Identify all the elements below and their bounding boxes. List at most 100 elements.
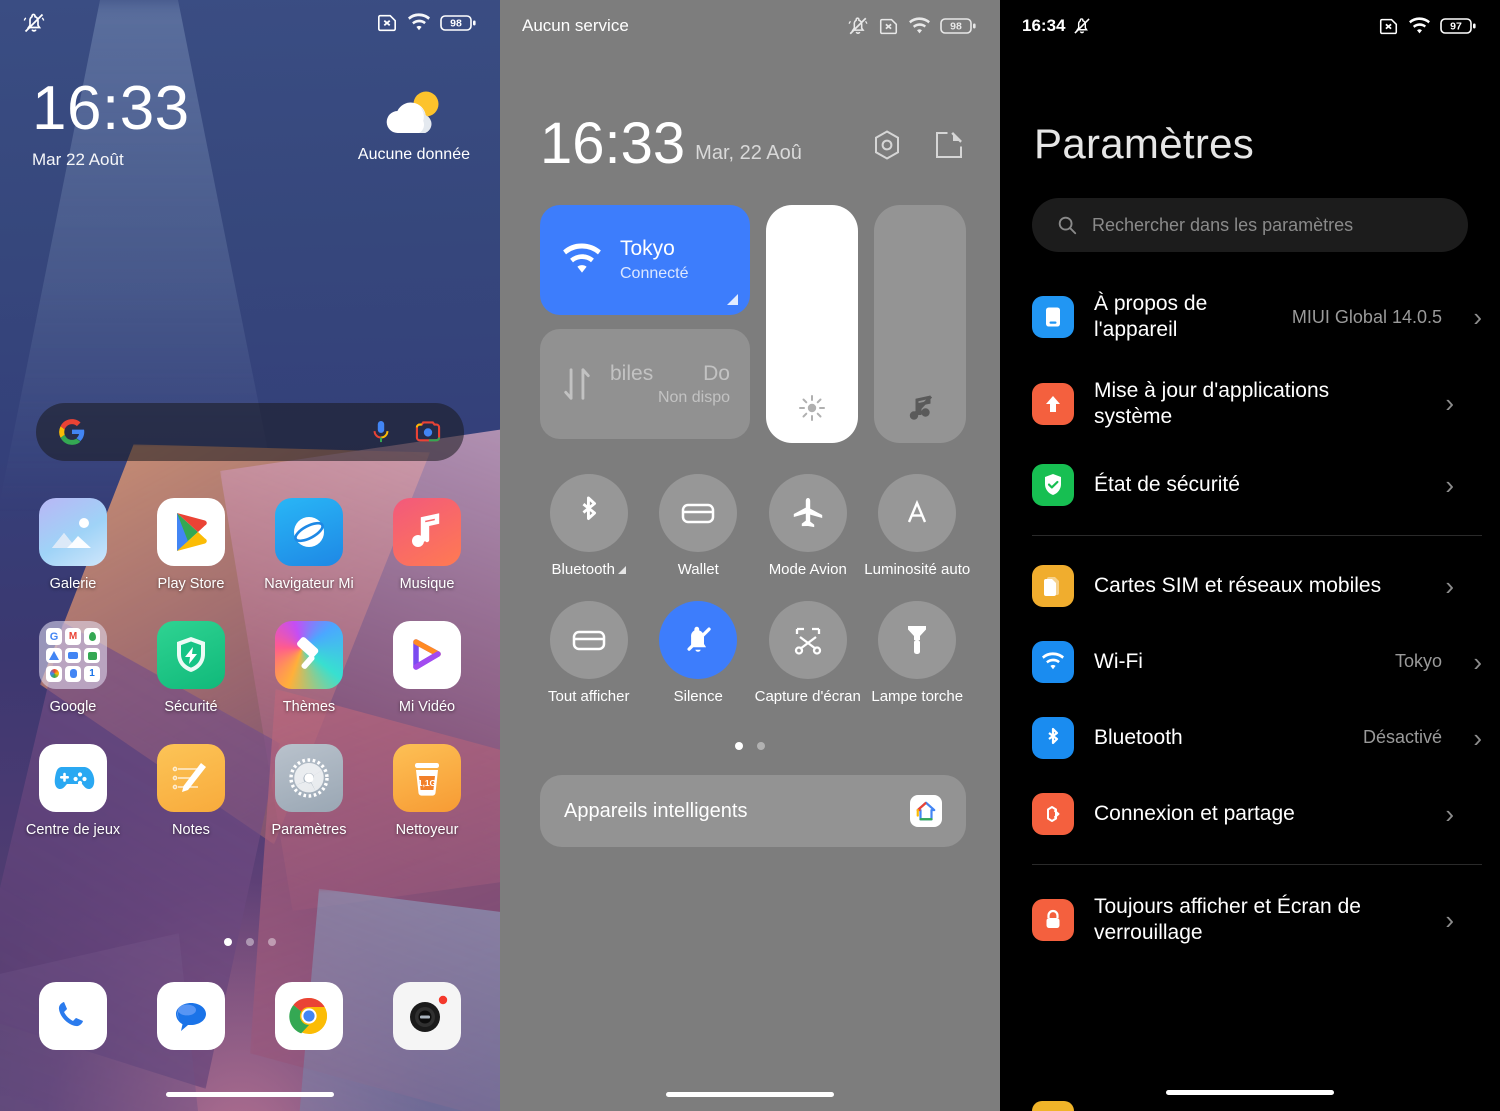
status-clock: 16:34 <box>1022 16 1066 35</box>
chevron-right-icon: › <box>1445 570 1454 601</box>
game-center-icon <box>39 744 107 813</box>
settings-row-security-status[interactable]: État de sécurité › <box>1032 447 1482 523</box>
settings-row-wifi[interactable]: Wi-Fi Tokyo › <box>1032 624 1482 700</box>
weather-widget[interactable]: Aucune donnée <box>358 88 470 164</box>
google-lens-icon[interactable] <box>414 420 442 444</box>
settings-row-about-device[interactable]: À propos de l'appareil MIUI Global 14.0.… <box>1032 274 1482 361</box>
cc-gesture-bar[interactable] <box>666 1092 834 1097</box>
expand-corner-icon[interactable] <box>617 566 626 574</box>
app-galerie[interactable]: Galerie <box>14 498 132 593</box>
settings-row-system-update[interactable]: Mise à jour d'applications système › <box>1032 361 1482 448</box>
volume-slider[interactable] <box>874 205 966 443</box>
toggle-flashlight[interactable]: Lampe torche <box>863 601 973 706</box>
toggle-bluetooth[interactable]: Bluetooth <box>534 474 644 579</box>
smart-devices-bar[interactable]: Appareils intelligents <box>540 775 966 847</box>
app-parametres[interactable]: Paramètres <box>250 744 368 839</box>
app-label: Paramètres <box>271 822 347 839</box>
settings-row-lock-screen[interactable]: Toujours afficher et Écran de verrouilla… <box>1032 877 1482 964</box>
page-title: Paramètres <box>1034 120 1255 167</box>
screenshot-scissors-icon <box>768 601 847 679</box>
cc-page-dot[interactable] <box>735 742 743 750</box>
brightness-slider[interactable] <box>766 205 858 443</box>
flashlight-icon <box>878 601 957 679</box>
toggle-auto-brightness[interactable]: Luminosité auto <box>863 474 973 579</box>
control-center-panel: Aucun service 98 16:33 Mar, 22 Aoû Tokyo… <box>500 0 1000 1111</box>
google-home-icon[interactable] <box>910 795 942 827</box>
app-folder-google[interactable]: G M 1 Google <box>14 621 132 716</box>
cc-page-dot[interactable] <box>757 742 765 750</box>
app-nettoyeur[interactable]: 1,1G Nettoyeur <box>368 744 486 839</box>
app-centre-de-jeux[interactable]: Centre de jeux <box>14 744 132 839</box>
settings-row-connection-sharing[interactable]: Connexion et partage › <box>1032 776 1482 852</box>
settings-gesture-bar[interactable] <box>1166 1090 1334 1095</box>
settings-row-bluetooth[interactable]: Bluetooth Désactivé › <box>1032 700 1482 776</box>
cc-page-indicator <box>500 742 1000 750</box>
dock-item-chrome[interactable] <box>250 982 368 1050</box>
bluetooth-icon <box>1032 717 1074 759</box>
settings-panel: 16:34 97 Paramètres Rechercher dans les … <box>1000 0 1500 1111</box>
clock-time: 16:33 <box>32 74 190 143</box>
wifi-tile[interactable]: Tokyo Connecté <box>540 205 750 315</box>
settings-search-bar[interactable]: Rechercher dans les paramètres <box>1032 198 1468 252</box>
app-play-store[interactable]: Play Store <box>132 498 250 593</box>
app-musique[interactable]: Musique <box>368 498 486 593</box>
mobile-data-tile[interactable]: biles Do Non dispo <box>540 329 750 439</box>
app-mi-video[interactable]: Mi Vidéo <box>368 621 486 716</box>
partly-cloudy-icon <box>381 88 447 140</box>
settings-row-label: Mise à jour d'applications système <box>1094 378 1330 428</box>
dock-item-messages[interactable] <box>132 982 250 1050</box>
search-placeholder: Rechercher dans les paramètres <box>1092 214 1354 235</box>
app-label: Galerie <box>49 576 97 592</box>
app-notes[interactable]: Notes <box>132 744 250 839</box>
toggle-label: Lampe torche <box>871 688 964 705</box>
page-dot[interactable] <box>224 938 232 946</box>
cleaner-badge-text: 1,1G <box>418 778 436 788</box>
clock-date: Mar 22 Août <box>32 150 124 169</box>
cleaner-icon: 1,1G <box>393 744 461 813</box>
settings-row-label: État de sécurité <box>1094 472 1240 496</box>
dock-item-phone[interactable] <box>14 982 132 1050</box>
settings-row-sim-networks[interactable]: Cartes SIM et réseaux mobiles › <box>1032 548 1482 624</box>
settings-status-bar: 16:34 97 <box>1000 0 1500 52</box>
toggle-label: Bluetooth <box>551 561 615 578</box>
settings-row-label: Cartes SIM et réseaux mobiles <box>1094 573 1382 597</box>
three-phone-screenshots: 98 16:33 Mar 22 Août Aucune donnée Galer… <box>0 0 1500 1111</box>
settings-hex-icon[interactable] <box>870 128 904 162</box>
wifi-icon <box>560 243 604 277</box>
gallery-icon <box>39 498 107 566</box>
app-navigateur-mi[interactable]: Navigateur Mi <box>250 498 368 593</box>
notes-icon <box>157 744 225 813</box>
settings-row-label: À propos de l'appareil <box>1094 292 1208 342</box>
home-gesture-bar[interactable] <box>166 1092 334 1097</box>
toggle-screenshot[interactable]: Capture d'écran <box>753 601 863 706</box>
toggle-airplane[interactable]: Mode Avion <box>753 474 863 579</box>
airplane-icon <box>768 474 847 552</box>
brightness-sun-icon <box>797 393 827 423</box>
settings-row-value: MIUI Global 14.0.5 <box>1291 306 1442 327</box>
edit-icon[interactable] <box>932 128 966 162</box>
toggle-silence[interactable]: Silence <box>644 601 754 706</box>
page-dot[interactable] <box>268 938 276 946</box>
no-sim-icon <box>878 17 899 36</box>
page-dot[interactable] <box>246 938 254 946</box>
battery-level-text: 98 <box>450 18 462 30</box>
toggle-wallet[interactable]: Wallet <box>644 474 754 579</box>
battery-level-text: 97 <box>1450 21 1462 33</box>
cc-clock-time: 16:33 <box>540 111 686 176</box>
app-themes[interactable]: Thèmes <box>250 621 368 716</box>
smart-devices-label: Appareils intelligents <box>564 799 748 822</box>
expand-corner-icon[interactable] <box>727 294 738 305</box>
google-search-bar[interactable] <box>36 403 464 461</box>
wifi-icon <box>1408 16 1431 36</box>
app-securite[interactable]: Sécurité <box>132 621 250 716</box>
camera-icon <box>393 982 461 1050</box>
app-label: Google <box>49 699 97 716</box>
phone-icon <box>39 982 107 1050</box>
microphone-icon[interactable] <box>370 419 392 445</box>
dock-item-camera[interactable] <box>368 982 486 1050</box>
toggle-show-all[interactable]: Tout afficher <box>534 601 644 706</box>
weather-text: Aucune donnée <box>357 146 470 163</box>
home-page-indicator <box>0 938 500 946</box>
google-folder-icon: G M 1 <box>39 621 107 690</box>
wifi-icon <box>1032 641 1074 683</box>
